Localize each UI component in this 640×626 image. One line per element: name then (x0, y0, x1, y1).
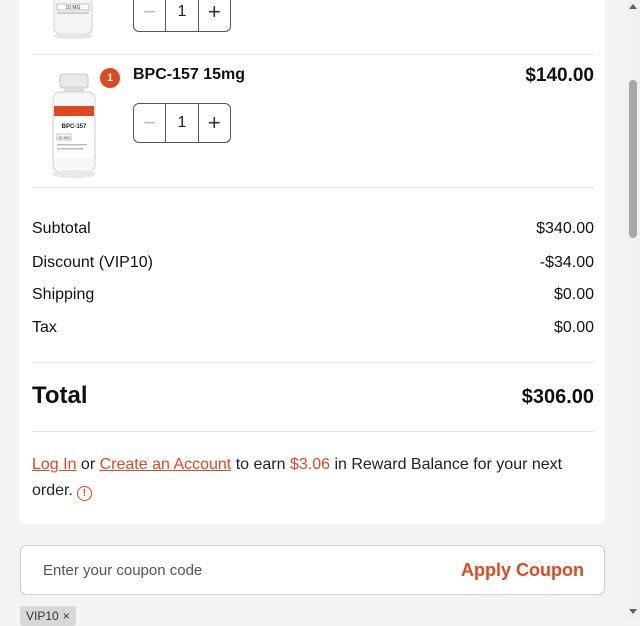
discount-value: -$34.00 (539, 254, 594, 271)
applied-coupon-chip: VIP10 × (20, 606, 76, 626)
quantity-stepper: − 1 + (133, 0, 231, 32)
reward-or-text: or (76, 456, 100, 473)
reward-message: Log In or Create an Account to earn $3.0… (32, 452, 592, 504)
scroll-up-icon[interactable] (629, 4, 637, 9)
tax-label: Tax (32, 319, 57, 336)
item-divider (32, 54, 594, 55)
quantity-stepper: − 1 + (133, 103, 231, 143)
increase-quantity-button[interactable]: + (199, 104, 230, 142)
subtotal-row: Subtotal $340.00 (32, 220, 594, 238)
tax-value: $0.00 (553, 319, 594, 336)
scroll-down-icon[interactable] (629, 609, 637, 614)
subtotal-value: $340.00 (536, 220, 594, 237)
vial-image: 10 MG (53, 0, 93, 39)
quantity-badge: 1 (100, 68, 120, 88)
reward-earn-text: to earn (231, 456, 290, 473)
decrease-quantity-button[interactable]: − (134, 0, 165, 31)
decrease-quantity-button[interactable]: − (134, 104, 165, 142)
svg-text:10 MG: 10 MG (65, 5, 80, 11)
svg-text:15 MG: 15 MG (58, 135, 70, 140)
product-thumbnail: 10 MG (48, 0, 98, 40)
coupon-code-input[interactable] (41, 560, 405, 580)
product-name: BPC-157 15mg (133, 66, 246, 83)
vial-image: BPC-157 15 MG (52, 73, 96, 178)
svg-text:BPC-157: BPC-157 (62, 124, 87, 130)
discount-label: Discount (VIP10) (32, 254, 153, 271)
coupon-box: Apply Coupon (20, 545, 605, 595)
product-price: $140.00 (525, 65, 594, 86)
shipping-label: Shipping (32, 286, 95, 303)
tax-row: Tax $0.00 (32, 319, 594, 337)
total-reward-divider (32, 431, 594, 432)
quantity-value[interactable]: 1 (165, 104, 199, 142)
total-value: $306.00 (521, 386, 594, 408)
total-label: Total (32, 382, 88, 409)
items-summary-divider (32, 187, 594, 188)
page-scrollbar[interactable] (626, 0, 640, 618)
summary-total-divider (32, 362, 594, 363)
applied-coupon-code: VIP10 (26, 609, 59, 623)
login-link[interactable]: Log In (32, 456, 76, 473)
info-icon[interactable]: ! (76, 486, 92, 501)
create-account-link[interactable]: Create an Account (100, 456, 232, 473)
remove-coupon-icon[interactable]: × (63, 609, 70, 623)
quantity-value[interactable]: 1 (165, 0, 199, 31)
shipping-row: Shipping $0.00 (32, 286, 594, 304)
apply-coupon-button[interactable]: Apply Coupon (461, 560, 584, 581)
product-thumbnail: BPC-157 15 MG (48, 72, 100, 180)
total-row: Total $306.00 (32, 382, 594, 410)
scrollbar-thumb[interactable] (629, 80, 637, 238)
increase-quantity-button[interactable]: + (199, 0, 230, 31)
subtotal-label: Subtotal (32, 220, 91, 237)
shipping-value: $0.00 (553, 286, 594, 303)
discount-row: Discount (VIP10) -$34.00 (32, 254, 594, 272)
reward-amount: $3.06 (289, 456, 330, 473)
